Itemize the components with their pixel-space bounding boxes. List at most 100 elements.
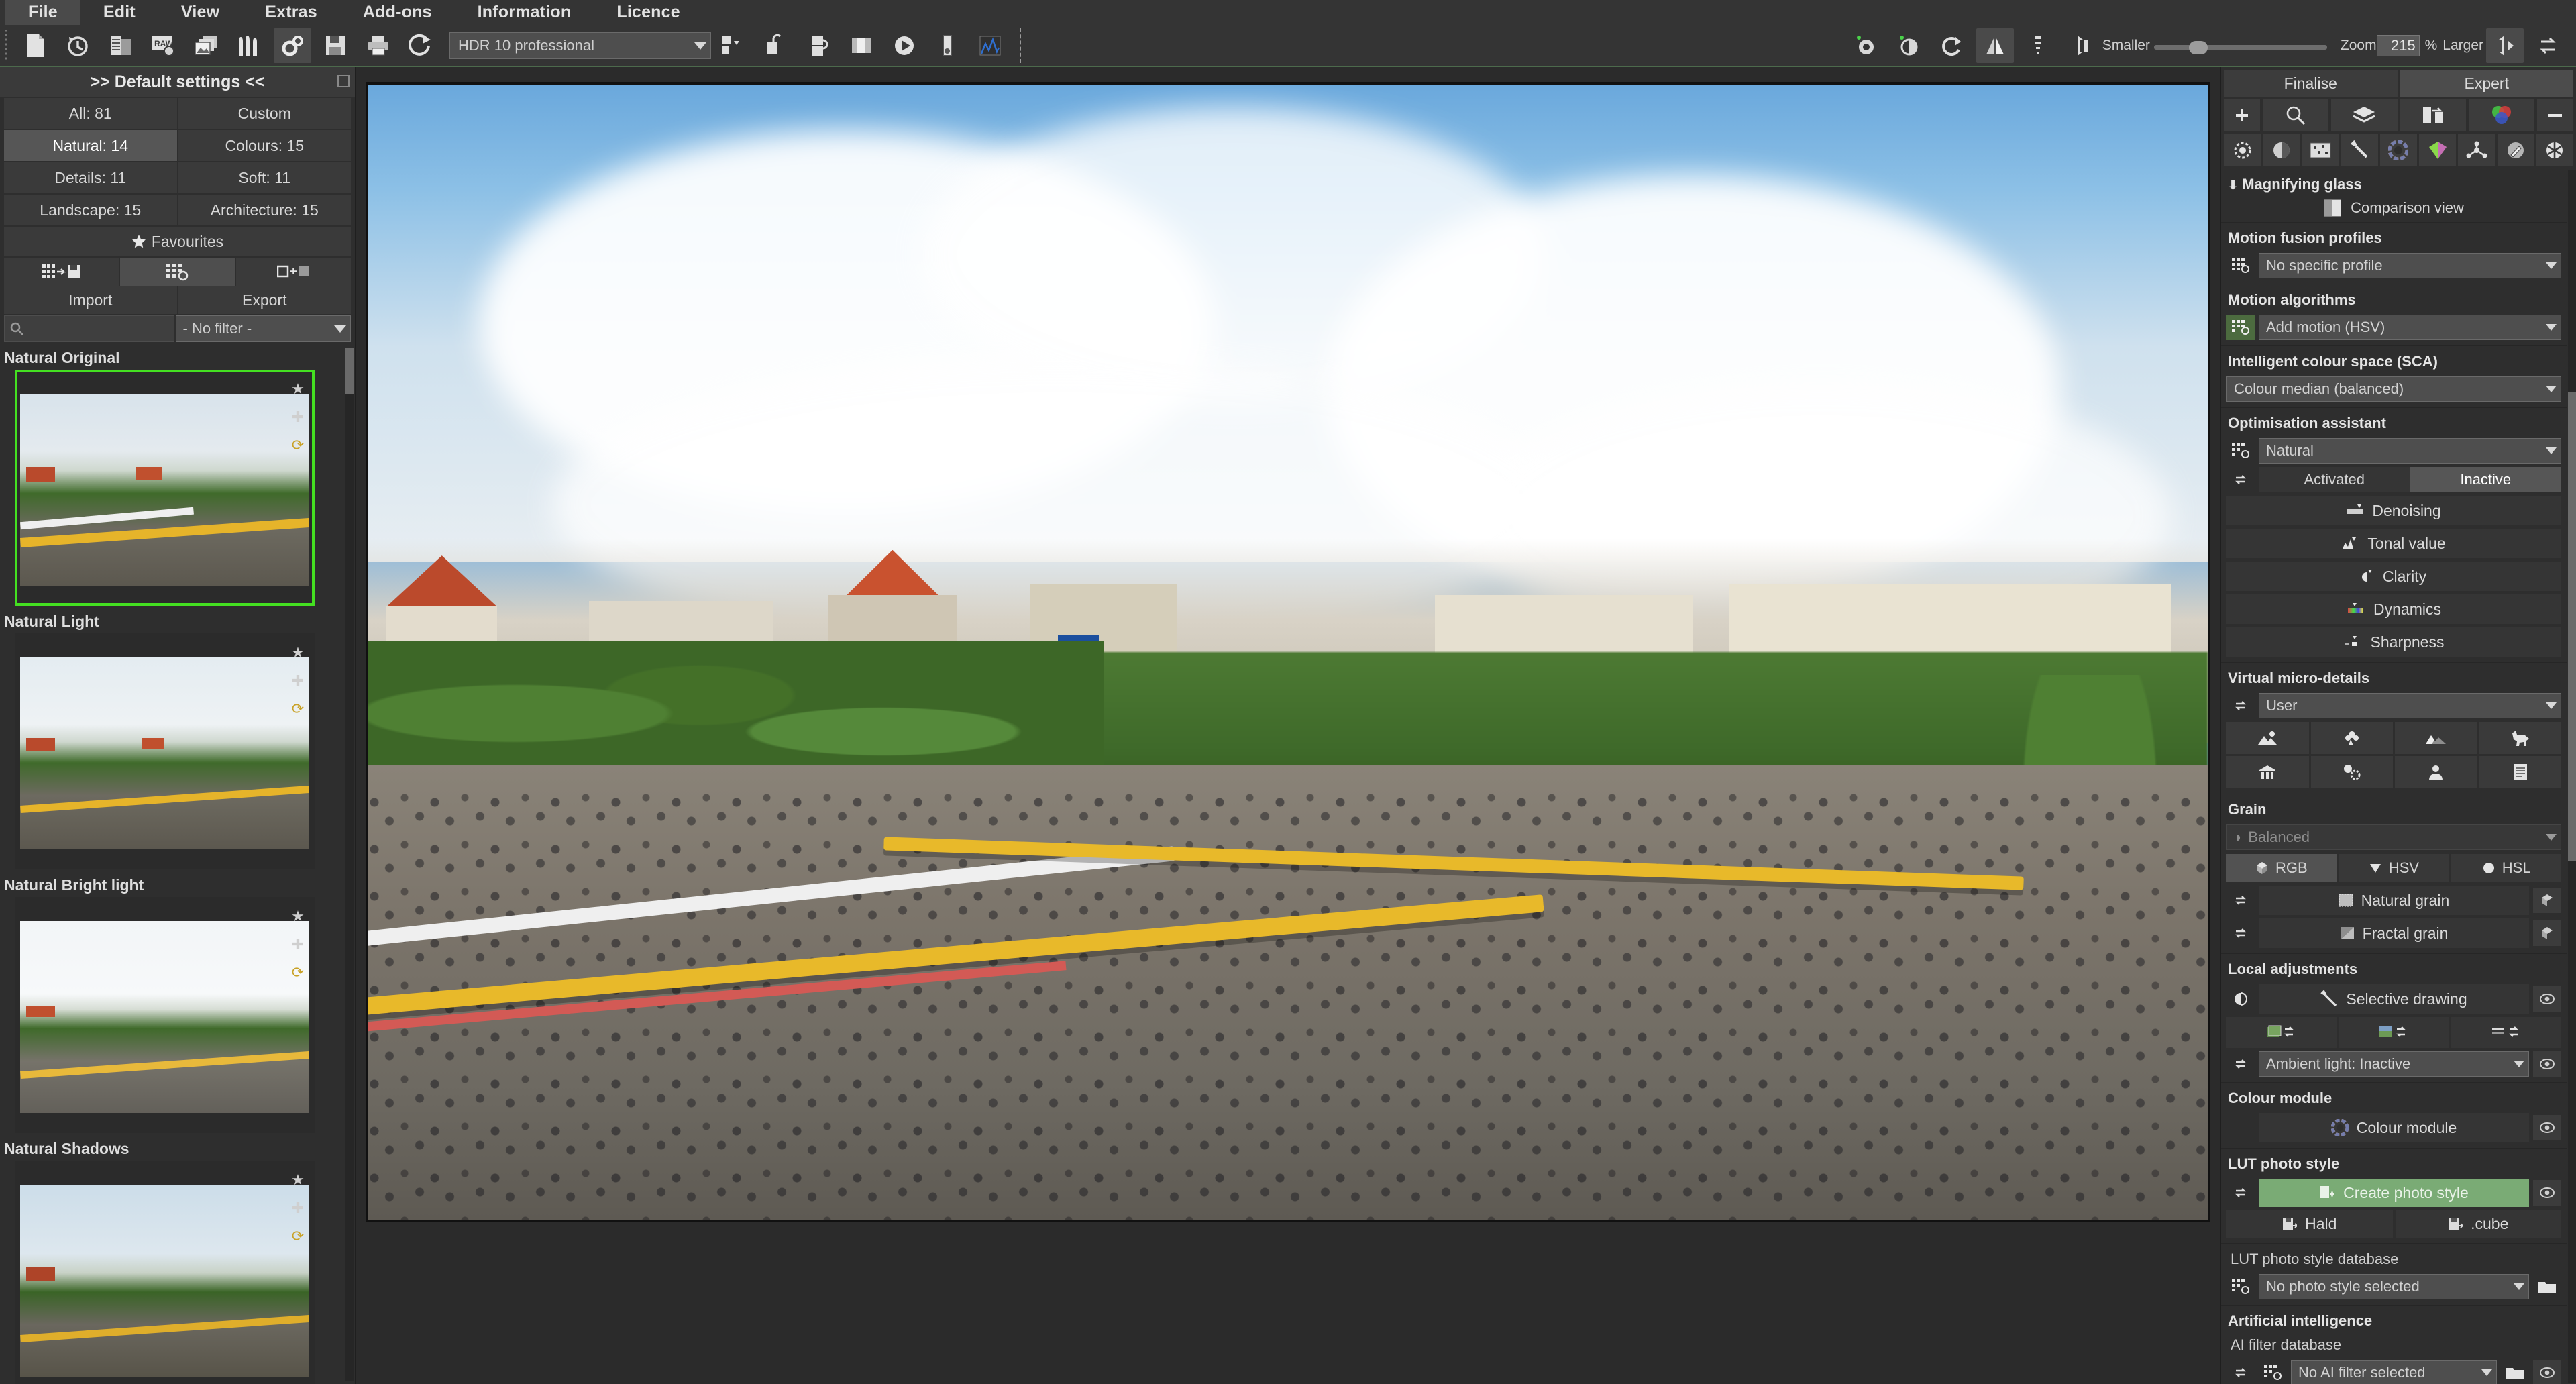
- export-hald-button[interactable]: Hald: [2226, 1210, 2393, 1238]
- fit-right-icon[interactable]: [2486, 28, 2524, 63]
- menu-item-edit[interactable]: Edit: [80, 0, 158, 25]
- selective-drawing-button[interactable]: Selective drawing: [2259, 984, 2529, 1014]
- preset-profile-combo[interactable]: HDR 10 professional: [449, 32, 711, 59]
- mountains-icon[interactable]: [2395, 722, 2477, 754]
- colour-cube-icon[interactable]: [2419, 134, 2456, 166]
- preview-eye-icon[interactable]: [2533, 1115, 2561, 1140]
- history-clock-icon[interactable]: [59, 28, 97, 63]
- save-icon[interactable]: [317, 28, 354, 63]
- noise-icon[interactable]: [2302, 134, 2339, 166]
- preview-icon[interactable]: [2533, 888, 2561, 913]
- pin-panel-icon[interactable]: [337, 75, 350, 87]
- list-item[interactable]: Natural Shadows ★ ✚ ⟳: [0, 1136, 343, 1384]
- ai-db-icon[interactable]: [2259, 1360, 2287, 1384]
- grain-mode-hsl[interactable]: HSL: [2451, 854, 2561, 882]
- architecture-icon[interactable]: [2226, 756, 2309, 788]
- magnifier-icon[interactable]: [2263, 99, 2328, 131]
- plus-icon[interactable]: ✚: [292, 937, 304, 952]
- tab-finalise[interactable]: Finalise: [2224, 70, 2398, 97]
- contrast-half-icon[interactable]: [2226, 986, 2255, 1012]
- motion-algorithm-icon[interactable]: [2226, 315, 2255, 340]
- image-swap-icon[interactable]: [2339, 1017, 2449, 1048]
- preset-thumbnail-frame[interactable]: ★ ✚ ⟳: [15, 897, 315, 1133]
- star-icon[interactable]: ★: [291, 909, 305, 924]
- colour-preview-icon[interactable]: [1890, 28, 1928, 63]
- list-item[interactable]: Natural Light ★ ✚ ⟳: [0, 608, 343, 872]
- menu-item-view[interactable]: View: [158, 0, 242, 25]
- list-item[interactable]: Natural Bright light ★ ✚ ⟳: [0, 872, 343, 1136]
- contrast-sphere-icon[interactable]: [2263, 134, 2300, 166]
- import-button[interactable]: Import: [4, 286, 177, 314]
- tab-expert[interactable]: Expert: [2400, 70, 2574, 97]
- star-icon[interactable]: ★: [291, 645, 305, 660]
- category-landscape[interactable]: Landscape: 15: [4, 195, 177, 225]
- colour-space-combo[interactable]: Colour median (balanced): [2226, 376, 2561, 402]
- reset-icon[interactable]: ⟳: [292, 438, 304, 453]
- category-details[interactable]: Details: 11: [4, 162, 177, 193]
- mirror-icon[interactable]: [1976, 28, 2014, 63]
- gradient-dots-icon[interactable]: [2019, 28, 2057, 63]
- plus-icon[interactable]: ✚: [292, 674, 304, 688]
- ambient-light-combo[interactable]: Ambient light: Inactive: [2259, 1051, 2529, 1077]
- reset-icon[interactable]: [2226, 1051, 2255, 1077]
- motion-algorithm-combo[interactable]: Add motion (HSV): [2259, 315, 2561, 340]
- zoom-value-input[interactable]: 215: [2377, 35, 2420, 56]
- gears-settings-icon[interactable]: [274, 28, 311, 63]
- reset-icon[interactable]: [2226, 1360, 2255, 1384]
- star-icon[interactable]: ★: [291, 382, 305, 396]
- star-icon[interactable]: ★: [291, 1173, 305, 1187]
- grain-mode-rgb[interactable]: RGB: [2226, 854, 2337, 882]
- optimisation-item-sharpness[interactable]: Sharpness: [2226, 627, 2561, 657]
- comparison-view-row[interactable]: Comparison view: [2226, 199, 2561, 217]
- menu-item-addons[interactable]: Add-ons: [340, 0, 455, 25]
- menu-item-file[interactable]: File: [5, 0, 80, 25]
- colour-module-button[interactable]: Colour module: [2259, 1113, 2529, 1142]
- preset-list-scrollbar[interactable]: [345, 348, 354, 1381]
- create-photo-style-button[interactable]: Create photo style: [2259, 1179, 2529, 1207]
- rotate-right-icon[interactable]: [1933, 28, 1971, 63]
- settings-gear-icon[interactable]: [2224, 134, 2261, 166]
- reset-icon[interactable]: [2226, 920, 2255, 946]
- reset-icon[interactable]: [2226, 888, 2255, 913]
- reset-icon[interactable]: [2226, 467, 2255, 492]
- scrollbar-thumb[interactable]: [2568, 392, 2576, 861]
- export-button[interactable]: Export: [178, 286, 352, 314]
- motion-profile-icon[interactable]: [2226, 253, 2255, 278]
- favourites-button[interactable]: Favourites: [4, 227, 351, 256]
- flower-icon[interactable]: [2311, 722, 2394, 754]
- share-icon[interactable]: [402, 28, 440, 63]
- crop-icon[interactable]: [757, 28, 794, 63]
- plus-icon[interactable]: ✚: [292, 410, 304, 425]
- play-icon[interactable]: [885, 28, 923, 63]
- folder-icon[interactable]: [2501, 1360, 2529, 1384]
- menu-item-extras[interactable]: Extras: [242, 0, 340, 25]
- folder-icon[interactable]: [2533, 1274, 2561, 1299]
- aperture-icon[interactable]: [2536, 134, 2573, 166]
- reset-icon[interactable]: ⟳: [292, 1229, 304, 1244]
- arrow-down-icon[interactable]: ⬇: [2228, 178, 2238, 192]
- preview-eye-icon[interactable]: [1847, 28, 1885, 63]
- grain-mode-hsv[interactable]: HSV: [2339, 854, 2449, 882]
- preview-eye-icon[interactable]: [2533, 986, 2561, 1012]
- motion-profile-combo[interactable]: No specific profile: [2259, 253, 2561, 278]
- layers-icon[interactable]: [2331, 99, 2397, 131]
- preview-eye-icon[interactable]: [2533, 1051, 2561, 1077]
- optimisation-icon[interactable]: [2226, 438, 2255, 464]
- state-inactive[interactable]: Inactive: [2410, 467, 2562, 492]
- category-soft[interactable]: Soft: 11: [178, 162, 352, 193]
- category-custom[interactable]: Custom: [178, 98, 352, 129]
- preset-thumbnail-frame[interactable]: ★ ✚ ⟳: [15, 633, 315, 869]
- comparison-view-checkbox[interactable]: [2324, 199, 2341, 217]
- scrollbar-thumb[interactable]: [345, 348, 354, 394]
- portrait-icon[interactable]: [2395, 756, 2477, 788]
- category-all[interactable]: All: 81: [4, 98, 177, 129]
- reset-icon[interactable]: [2226, 1180, 2255, 1206]
- settings-scrollbar[interactable]: [2568, 170, 2576, 1383]
- filter-presets-icon[interactable]: [120, 258, 235, 286]
- preset-thumbnail-frame[interactable]: ★ ✚ ⟳: [15, 370, 315, 606]
- grain-combo[interactable]: ◗ Balanced: [2226, 824, 2561, 850]
- optimisation-combo[interactable]: Natural: [2259, 438, 2561, 464]
- batch-document-icon[interactable]: [102, 28, 140, 63]
- colour-ring-icon[interactable]: [2380, 134, 2417, 166]
- add-preset-icon[interactable]: [236, 258, 351, 286]
